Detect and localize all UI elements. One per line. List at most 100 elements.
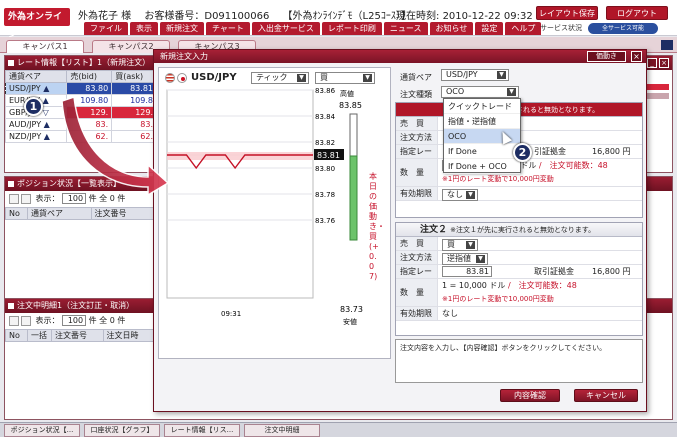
side-select[interactable]: 買 ▼ <box>315 72 375 84</box>
confirm-button[interactable]: 内容確認 <box>500 389 560 402</box>
high-label: 高値 <box>340 89 354 98</box>
order2-note: ※注文１が先に実行されると無効となります。 <box>450 226 596 234</box>
col-order-no: 注文番号 <box>90 207 155 220</box>
taskbar-item-orders[interactable]: 注文中明細 <box>244 424 320 437</box>
cancel-button[interactable]: キャンセル <box>574 389 638 402</box>
price-move-button[interactable]: 価動き <box>587 51 626 62</box>
rate-panel-title: レート情報【リスト】1（新規注文） <box>5 56 157 70</box>
expiry-value: なし <box>442 309 458 318</box>
margin-label: 引証拠金 <box>534 147 566 156</box>
us-flag-icon <box>165 73 175 83</box>
side-label: 売 買 <box>396 237 438 250</box>
menu-new-order[interactable]: 新規注文 <box>160 22 204 35</box>
order-table: No 一括 注文番号 注文日時 <box>5 329 155 342</box>
menu-chart[interactable]: チャート <box>206 22 250 35</box>
y-tick-label: 83.76 <box>315 217 336 225</box>
rate-input[interactable]: 83.81 <box>442 266 492 277</box>
menu-news[interactable]: ニュース <box>383 22 428 35</box>
display-label: 表示： <box>35 194 60 203</box>
col-ask: 買(ask) <box>111 70 157 83</box>
bid-cell[interactable]: 83.80 <box>66 82 113 95</box>
menu-deposit[interactable]: 入出金サービス <box>251 22 320 35</box>
menu-file[interactable]: ファイル <box>84 22 128 35</box>
range-fill <box>349 155 358 241</box>
position-table: No 通貨ペア 注文番号 <box>5 207 155 220</box>
menu-notice[interactable]: お知らせ <box>429 22 474 35</box>
y-tick-label: 83.86 <box>315 88 336 95</box>
expand-icon[interactable] <box>661 40 673 50</box>
menu-settings[interactable]: 設定 <box>475 22 504 35</box>
low-label: 安値 <box>343 317 357 326</box>
pair-select[interactable]: USD/JPY ▼ <box>441 69 509 81</box>
checkbox-icon[interactable] <box>9 193 19 204</box>
checkbox-icon[interactable] <box>9 315 19 326</box>
checkbox-icon[interactable] <box>21 193 31 204</box>
method-select[interactable]: 逆指値 ▼ <box>442 253 488 265</box>
close-icon[interactable]: × <box>659 58 669 68</box>
user-name: 外為花子 様 <box>78 11 132 22</box>
close-icon[interactable]: × <box>631 51 642 62</box>
pair-label: 通貨ペア <box>400 73 432 82</box>
order-type-select[interactable]: OCO ▼ <box>441 86 519 98</box>
option-quick-trade[interactable]: クイックトレード <box>444 99 520 114</box>
clock-value: 2010-12-22 09:32 <box>442 11 533 22</box>
margin-value: 16,800 円 <box>592 267 631 276</box>
col-order-date: 注文日時 <box>102 329 155 342</box>
order2-section: 注文２ ※注文１が先に実行されると無効となります。 売 買 買 ▼ 注文方法 逆指… <box>395 222 643 336</box>
up-arrow-icon: ▲ <box>42 96 49 105</box>
y-tick-label: 83.80 <box>315 165 335 173</box>
qty-value[interactable]: 1 <box>442 281 447 290</box>
tick-select[interactable]: ティック ▼ <box>251 72 309 84</box>
rate-bar <box>644 93 669 99</box>
expiry-select[interactable]: なし ▼ <box>442 189 478 201</box>
col-order-no: 注文番号 <box>51 329 104 342</box>
taskbar-item-rate[interactable]: レート情報【リス... <box>164 424 240 437</box>
logout-button[interactable]: ログアウト <box>606 6 668 20</box>
col-no: No <box>5 207 28 220</box>
tab-canvas-1[interactable]: キャンパス1 <box>6 40 84 53</box>
table-row[interactable]: USD/JPY ▲ 83.80 83.81 <box>4 82 157 95</box>
clock: 現在時刻: 2010-12-22 09:32 <box>396 7 533 22</box>
low-value: 83.73 <box>340 305 363 314</box>
menu-view[interactable]: 表示 <box>130 22 158 35</box>
option-limit-stop[interactable]: 指値・逆指値 <box>444 114 520 129</box>
minimize-icon[interactable]: _ <box>647 58 657 68</box>
chevron-down-icon: ▼ <box>497 71 506 79</box>
chart-box: USD/JPY ティック ▼ 買 ▼ 83.86 83.84 83.82 83.80 83.… <box>158 67 391 359</box>
down-arrow-icon: ▽ <box>42 108 49 117</box>
service-status-badge: 全サービス可能 <box>588 23 658 34</box>
qty-note: ※1円のレート変動で10,000円変動 <box>442 295 554 303</box>
ask-cell[interactable]: 83.81 <box>111 82 157 95</box>
side-select[interactable]: 買 ▼ <box>442 239 478 251</box>
checkbox-icon[interactable] <box>21 315 31 326</box>
method-label: 注文方法 <box>396 131 438 144</box>
user-info: 外為花子 様 お客様番号：D091100066 【外為ｵﾝﾗｲﾝﾃﾞﾓ（L25ｺ… <box>78 7 421 22</box>
tick-chart: 83.86 83.84 83.82 83.80 83.78 83.76 83.81 09:… <box>166 88 363 326</box>
up-arrow-icon: ▲ <box>43 132 50 141</box>
vertical-note: 本日の価動き・買(+0.07) <box>369 172 385 281</box>
brand-logo: 外為オンライン <box>4 8 70 40</box>
method-label: 注文方法 <box>396 251 438 264</box>
menu-help[interactable]: ヘルプ <box>505 22 542 35</box>
taskbar-item-account[interactable]: 口座状況【グラフ】 <box>84 424 160 437</box>
taskbar-item-position[interactable]: ポジション状況【... <box>4 424 80 437</box>
new-order-dialog: 新規注文入力 価動き × USD/JPY ティック ▼ 買 ▼ 83.86 83.84… <box>153 49 647 412</box>
time-label: 09:31 <box>221 310 241 318</box>
order-type-label: 注文種類 <box>400 90 432 99</box>
y-tick-label: 83.78 <box>315 191 335 199</box>
display-label: 表示： <box>35 316 60 325</box>
clock-label: 現在時刻: <box>396 11 440 22</box>
count-label: 件 全 0 件 <box>88 194 126 203</box>
chevron-down-icon: ▼ <box>363 74 372 82</box>
curved-arrow-icon <box>61 95 170 195</box>
margin-label: 取引証拠金 <box>534 267 574 276</box>
chevron-down-icon: ▼ <box>466 191 475 199</box>
save-layout-button[interactable]: レイアウト保存 <box>536 6 598 20</box>
menu-report[interactable]: レポート印刷 <box>321 22 382 35</box>
up-arrow-icon: ▲ <box>43 120 50 129</box>
col-pair: 通貨ペア <box>27 207 92 220</box>
option-if-done[interactable]: If Done <box>444 144 520 159</box>
option-if-done-oco[interactable]: If Done + OCO <box>444 159 520 174</box>
per-page-stepper[interactable]: 100 <box>62 315 87 326</box>
rate-bar <box>644 84 669 90</box>
